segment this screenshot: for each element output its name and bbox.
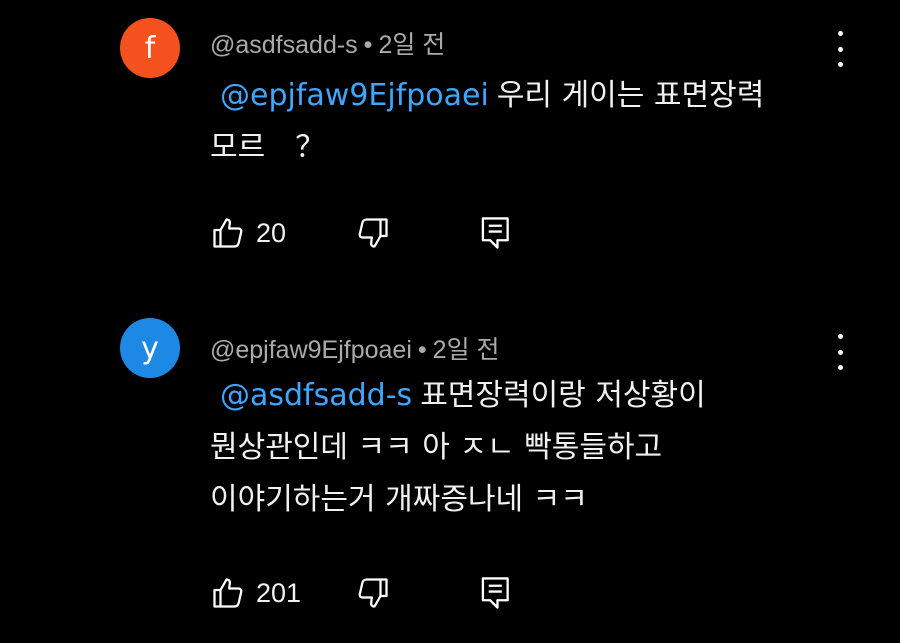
comment-line: 이야기하는거 개짜증나네 ㅋㅋ	[210, 482, 588, 517]
more-vert-icon[interactable]	[830, 31, 850, 67]
like-button[interactable]: 201	[210, 573, 301, 613]
mention-link[interactable]: @epjfaw9Ejfpoaei	[220, 78, 489, 113]
thumbs-down-icon	[355, 575, 391, 611]
avatar-letter: y	[141, 330, 159, 366]
comment-line: 뭔상관인데 ㅋㅋ 아 ㅈㄴ 빡통들하고	[210, 430, 663, 465]
author-name[interactable]: @epjfaw9Ejfpoaei	[210, 336, 412, 364]
reply-icon	[480, 215, 512, 251]
like-count: 201	[256, 577, 302, 608]
reply-button[interactable]	[480, 573, 512, 613]
comment-line: 우리 게이는 표면장력	[496, 78, 765, 113]
timestamp[interactable]: 2일 전	[378, 31, 445, 59]
timestamp[interactable]: 2일 전	[433, 336, 500, 364]
meta-separator: •	[417, 336, 427, 364]
dislike-button[interactable]	[355, 213, 391, 253]
comment-line: 모르 ？	[210, 130, 326, 165]
avatar-letter: f	[144, 30, 156, 66]
thumbs-down-icon	[355, 215, 391, 251]
comment-text: @epjfaw9Ejfpoaei 우리 게이는 표면장력 모르 ？	[210, 70, 764, 174]
thumbs-up-icon	[210, 215, 246, 251]
comment-text: @asdfsadd-s 표면장력이랑 저상황이 뭔상관인데 ㅋㅋ 아 ㅈㄴ 빡통들…	[210, 370, 706, 526]
comment-meta: @epjfaw9Ejfpoaei • 2일 전	[210, 330, 500, 366]
comment-line: 표면장력이랑 저상황이	[420, 378, 706, 413]
avatar[interactable]: f	[120, 18, 180, 78]
avatar[interactable]: y	[120, 318, 180, 378]
like-count: 20	[256, 217, 287, 248]
mention-link[interactable]: @asdfsadd-s	[220, 378, 412, 413]
dislike-button[interactable]	[355, 573, 391, 613]
reply-button[interactable]	[480, 213, 512, 253]
thumbs-up-icon	[210, 575, 246, 611]
author-name[interactable]: @asdfsadd-s	[210, 31, 358, 59]
reply-icon	[480, 575, 512, 611]
like-button[interactable]: 20	[210, 213, 286, 253]
more-vert-icon[interactable]	[830, 334, 850, 370]
comment-meta: @asdfsadd-s • 2일 전	[210, 25, 445, 61]
meta-separator: •	[363, 31, 373, 59]
